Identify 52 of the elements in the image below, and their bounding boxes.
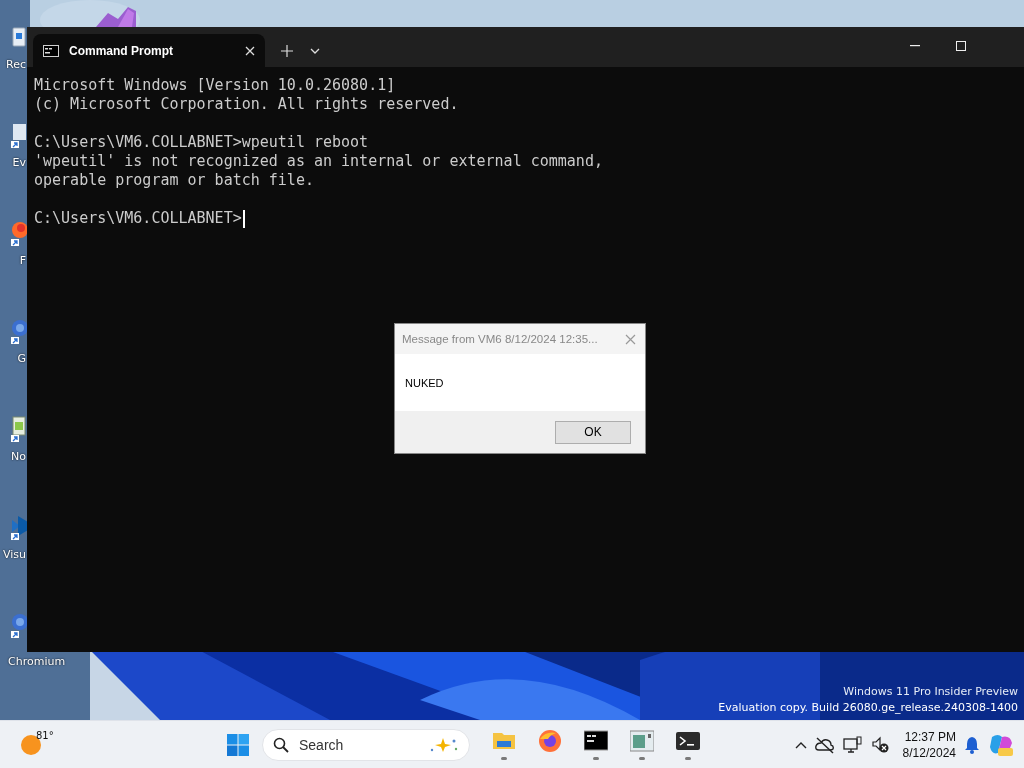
dialog-message: NUKED	[405, 376, 444, 389]
icon-label[interactable]: No	[11, 450, 26, 463]
clock-time[interactable]: 12:37 PM	[904, 728, 956, 745]
browser-icon	[538, 729, 562, 753]
dialog-title: Message from VM6 8/12/2024 12:35...	[402, 333, 599, 345]
close-icon[interactable]	[245, 45, 255, 56]
bin-icon[interactable]	[10, 24, 28, 50]
plus-icon	[281, 45, 293, 57]
shortcut-icon[interactable]	[10, 612, 28, 638]
sparkle-icon	[429, 736, 459, 753]
caret-icon	[310, 48, 320, 54]
terminal-line: C:\Users\VM6.COLLABNET>	[34, 209, 242, 228]
console-icon	[584, 729, 608, 753]
close-icon	[624, 333, 636, 345]
icon-label[interactable]: Chromium	[8, 655, 66, 668]
shortcut-icon[interactable]	[10, 514, 28, 540]
terminal-line: operable program or batch file.	[34, 171, 314, 190]
shortcut-icon[interactable]	[10, 318, 28, 344]
search-input[interactable]: Search	[297, 735, 421, 754]
shortcut-icon[interactable]	[10, 416, 28, 442]
terminal-line: Microsoft Windows [Version 10.0.26080.1]	[34, 76, 396, 95]
icon-label[interactable]: Ev	[12, 156, 26, 169]
terminal-line: C:\Users\VM6.COLLABNET>wpeutil reboot	[34, 133, 369, 152]
terminal-line: (c) Microsoft Corporation. All rights reserved.	[34, 95, 459, 114]
watermark-text: Windows 11 Pro Insider Preview	[843, 684, 1018, 700]
terminal-line: 'wpeutil' is not recognized as an internal or external command,	[34, 152, 603, 171]
cmd-icon	[43, 44, 59, 57]
icon-label[interactable]: G	[17, 352, 26, 365]
shortcut-icon[interactable]	[10, 220, 28, 246]
bell-icon[interactable]	[964, 735, 980, 754]
chevron-icon[interactable]	[794, 740, 807, 749]
tab-title: Command Prompt	[69, 43, 174, 58]
temperature[interactable]: 81°	[36, 729, 54, 741]
volume-muted-icon[interactable]	[870, 735, 889, 754]
search-field[interactable]: Search	[262, 728, 470, 761]
ok-button[interactable]: OK	[555, 420, 631, 444]
window-icon	[630, 729, 654, 753]
icon-label[interactable]: F	[19, 254, 26, 267]
clock-date[interactable]: 8/12/2024	[902, 744, 956, 761]
copilot-icon[interactable]	[988, 732, 1014, 757]
watermark-text: Evaluation copy. Build 26080.ge_release.240308-1400	[718, 700, 1018, 716]
icon-label[interactable]: Rec	[6, 58, 26, 71]
maximize-icon	[956, 41, 966, 51]
window-tab[interactable]: Command Prompt	[33, 34, 265, 67]
icon-label[interactable]: Visu	[2, 548, 26, 561]
cloud-off-icon[interactable]	[814, 735, 835, 754]
minimize-icon	[910, 45, 920, 47]
search-icon	[273, 736, 289, 753]
shortcut-icon[interactable]	[10, 122, 28, 148]
windows-logo-icon	[227, 733, 249, 756]
network-icon[interactable]	[842, 735, 863, 754]
terminal-icon	[676, 729, 700, 753]
